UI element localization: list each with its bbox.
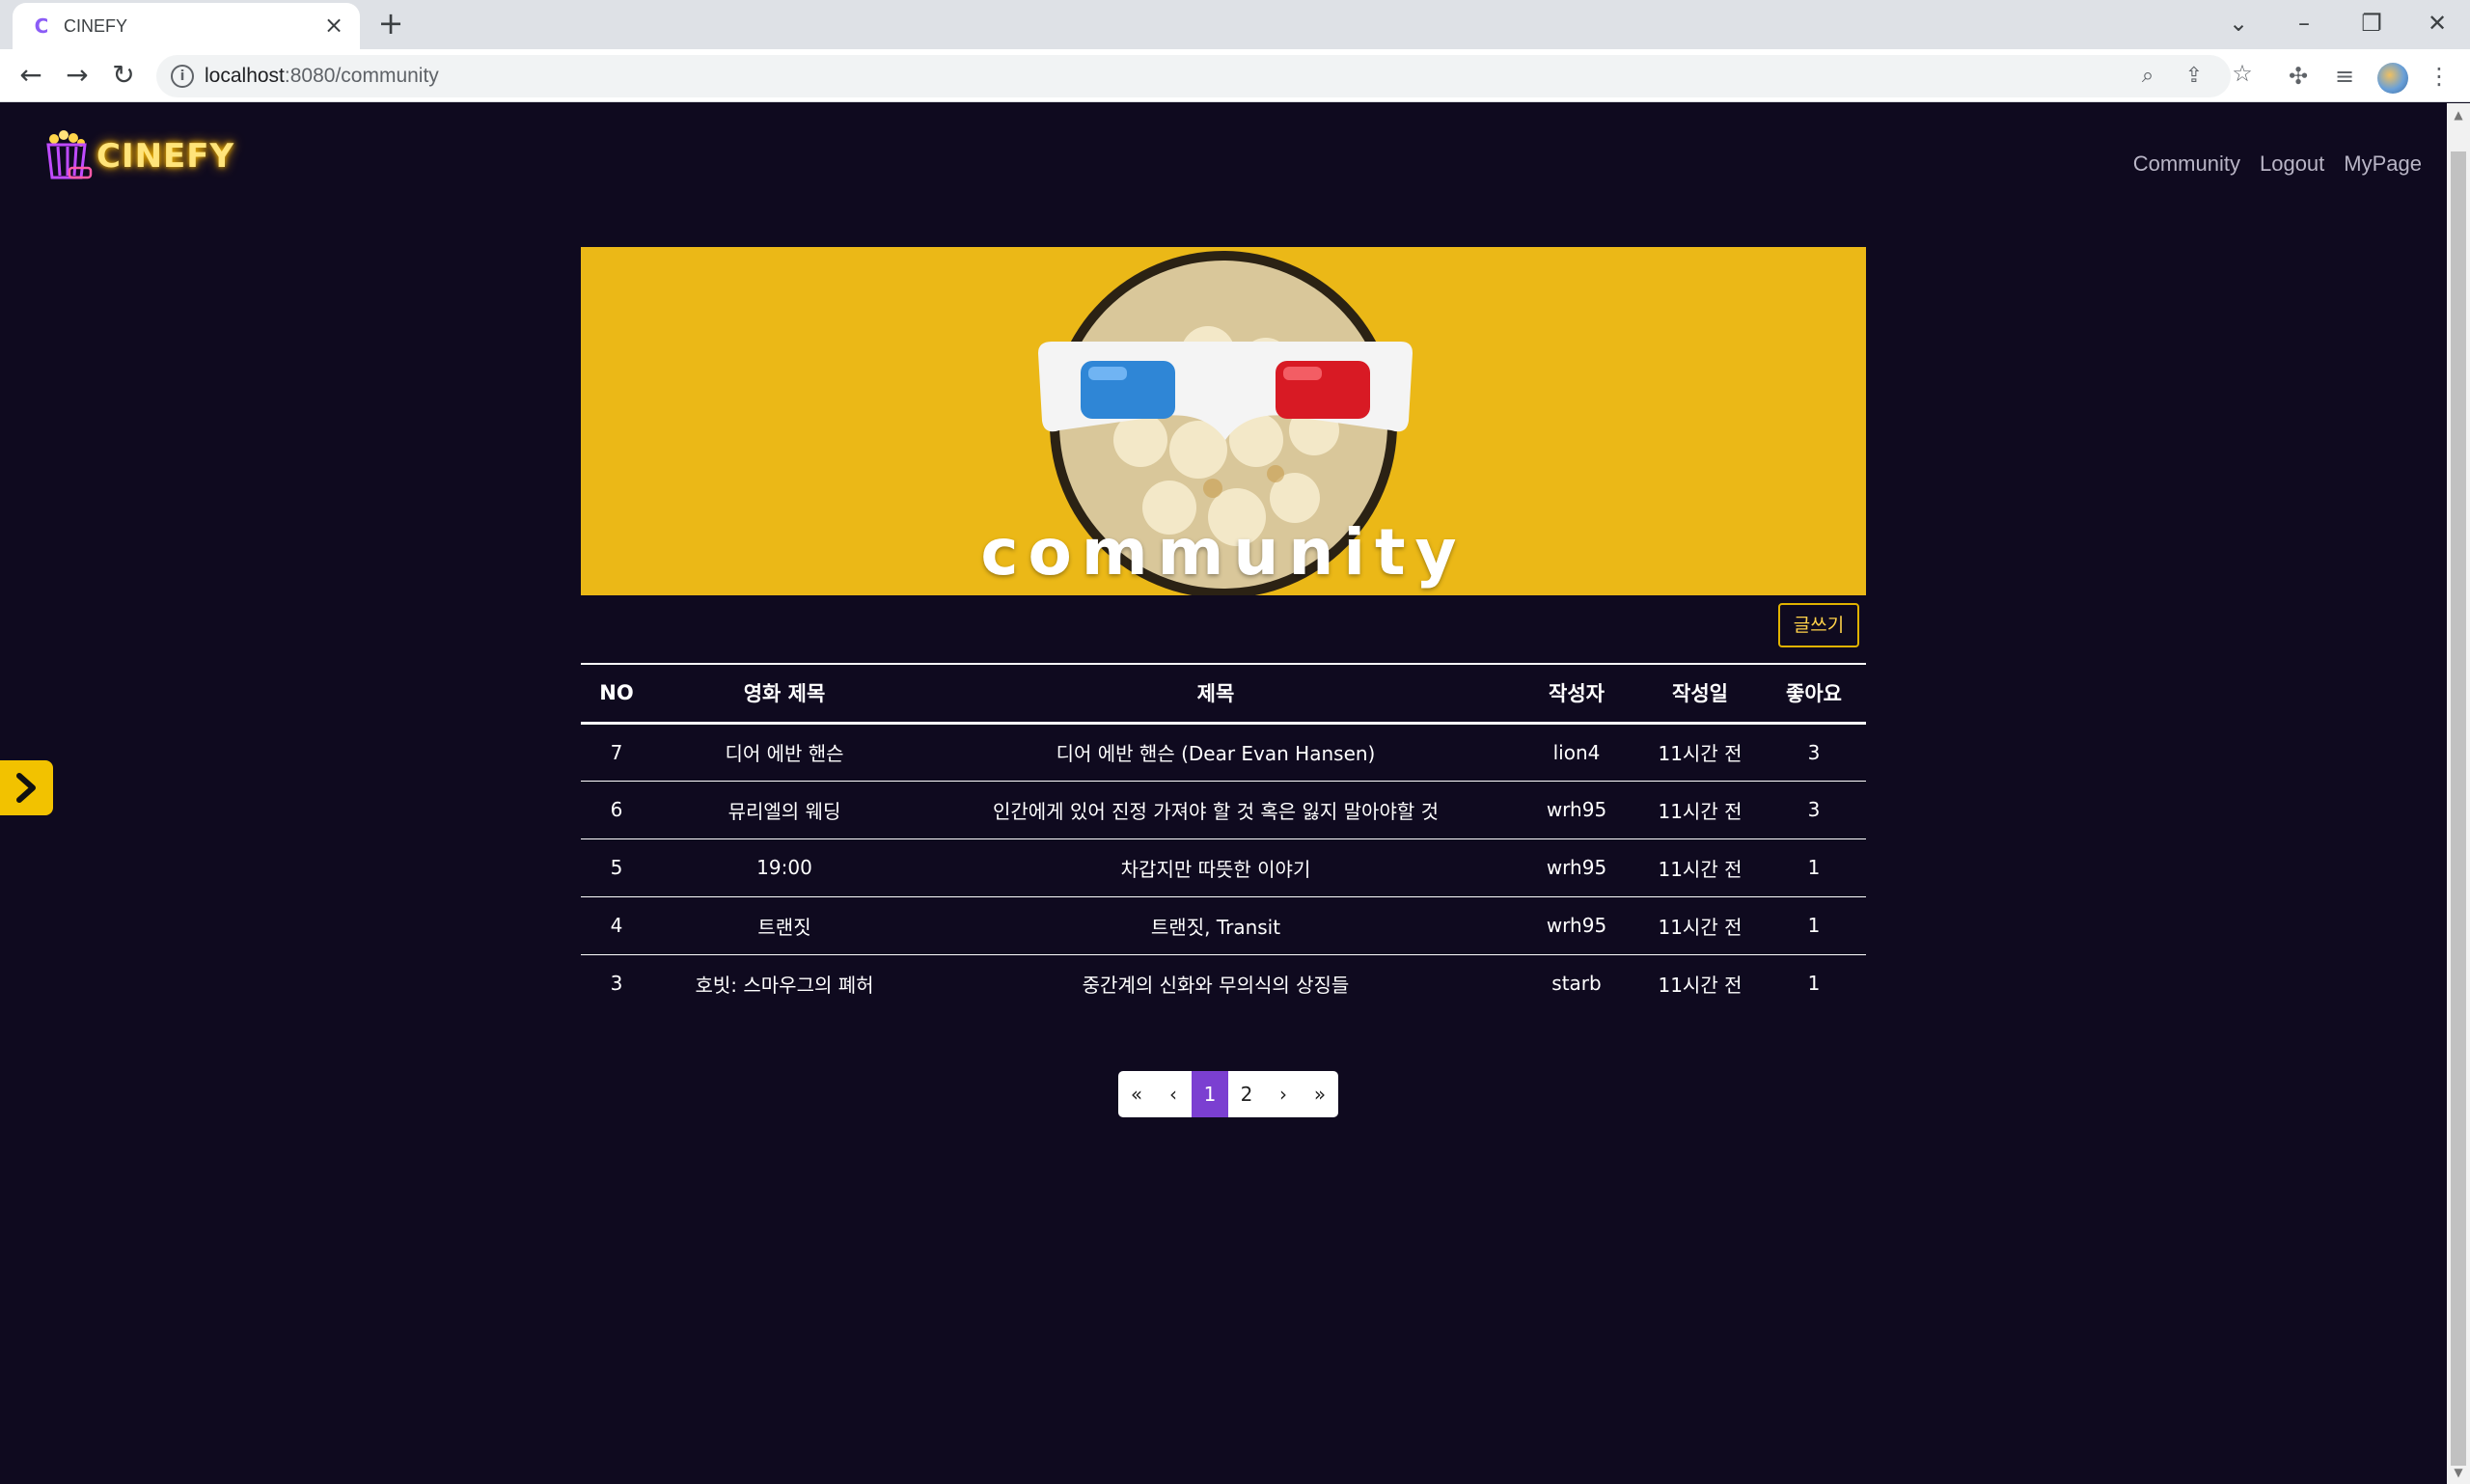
cell-date: 11시간 전 bbox=[1638, 723, 1762, 782]
header-no: NO bbox=[581, 663, 652, 725]
cell-no: 4 bbox=[581, 896, 652, 955]
banner-title: community bbox=[980, 515, 1467, 590]
cell-no: 6 bbox=[581, 781, 652, 839]
table-header-row: NO 영화 제목 제목 작성자 작성일 좋아요 bbox=[581, 663, 1866, 725]
page-last-button[interactable]: » bbox=[1302, 1071, 1338, 1117]
bookmark-star-icon[interactable]: ☆ bbox=[2227, 58, 2258, 89]
table-row[interactable]: 3 호빗: 스마우그의 폐허 중간계의 신화와 무의식의 상징들 starb 1… bbox=[581, 954, 1866, 1012]
logo-text: CINEFY bbox=[96, 137, 235, 176]
scroll-up-arrow-icon[interactable]: ▲ bbox=[2447, 105, 2470, 124]
cell-title[interactable]: 디어 에반 핸슨 (Dear Evan Hansen) bbox=[917, 723, 1515, 782]
header-movie-title: 영화 제목 bbox=[652, 663, 917, 725]
cell-likes: 1 bbox=[1762, 896, 1866, 955]
page-1-button[interactable]: 1 bbox=[1192, 1071, 1228, 1117]
nav-logout[interactable]: Logout bbox=[2260, 151, 2324, 177]
cell-likes: 1 bbox=[1762, 838, 1866, 897]
cell-title[interactable]: 차갑지만 따뜻한 이야기 bbox=[917, 838, 1515, 897]
scrollbar-thumb[interactable] bbox=[2451, 151, 2466, 1466]
sidebar-toggle-button[interactable] bbox=[0, 760, 53, 815]
site-logo[interactable]: CINEFY bbox=[42, 127, 234, 185]
browser-tab[interactable]: C CINEFY × bbox=[13, 3, 360, 49]
page-first-button[interactable]: « bbox=[1118, 1071, 1155, 1117]
cell-title[interactable]: 인간에게 있어 진정 가져야 할 것 혹은 잃지 말아야할 것 bbox=[917, 781, 1515, 839]
cell-author: wrh95 bbox=[1515, 838, 1638, 897]
page-prev-button[interactable]: ‹ bbox=[1155, 1071, 1192, 1117]
cell-movie-title: 트랜짓 bbox=[652, 896, 917, 955]
page-scrollbar[interactable]: ▲ ▼ bbox=[2447, 103, 2470, 1484]
header-author: 작성자 bbox=[1515, 663, 1638, 725]
close-window-icon[interactable]: ✕ bbox=[2408, 4, 2466, 42]
write-post-button[interactable]: 글쓰기 bbox=[1778, 603, 1859, 647]
cell-likes: 3 bbox=[1762, 781, 1866, 839]
cell-no: 5 bbox=[581, 838, 652, 897]
reload-icon[interactable]: ↻ bbox=[106, 58, 141, 93]
chevron-right-icon bbox=[16, 773, 36, 803]
address-bar[interactable]: i localhost:8080/community ⌕ ⇪ bbox=[156, 55, 2231, 97]
cell-title[interactable]: 중간계의 신화와 무의식의 상징들 bbox=[917, 954, 1515, 1012]
nav-mypage[interactable]: MyPage bbox=[2344, 151, 2422, 177]
tab-title: CINEFY bbox=[64, 16, 128, 36]
cell-movie-title: 호빗: 스마우그의 폐허 bbox=[695, 973, 874, 997]
minimize-icon[interactable]: – bbox=[2275, 4, 2333, 42]
restore-icon[interactable]: ❐ bbox=[2343, 4, 2401, 42]
cell-no: 3 bbox=[610, 972, 623, 996]
cinefy-favicon-icon: C bbox=[34, 14, 49, 38]
cell-author: lion4 bbox=[1515, 723, 1638, 782]
cell-date: 11시간 전 bbox=[1638, 896, 1762, 955]
back-icon[interactable]: ← bbox=[14, 58, 48, 93]
menu-dots-icon[interactable]: ⋮ bbox=[2424, 61, 2455, 92]
new-tab-icon[interactable]: + bbox=[374, 8, 407, 41]
extensions-icon[interactable]: ✣ bbox=[2283, 61, 2314, 92]
table-row[interactable]: 4 트랜짓 트랜짓, Transit wrh95 11시간 전 1 bbox=[581, 896, 1866, 955]
table-row[interactable]: 7 디어 에반 핸슨 디어 에반 핸슨 (Dear Evan Hansen) l… bbox=[581, 723, 1866, 782]
zoom-icon[interactable]: ⌕ bbox=[2134, 63, 2161, 90]
pagination: « ‹ 1 2 › » bbox=[1118, 1071, 1338, 1117]
cell-date: 11시간 전 bbox=[1658, 973, 1743, 997]
top-nav: Community Logout MyPage bbox=[2133, 151, 2422, 177]
site-info-icon[interactable]: i bbox=[171, 65, 194, 88]
community-banner: community bbox=[581, 247, 1866, 595]
table-row[interactable]: 5 19:00 차갑지만 따뜻한 이야기 wrh95 11시간 전 1 bbox=[581, 838, 1866, 897]
browser-toolbar: ← → ↻ i localhost:8080/community ⌕ ⇪ ☆ ✣… bbox=[0, 49, 2470, 102]
header-date: 작성일 bbox=[1638, 663, 1762, 725]
table-row[interactable]: 6 뮤리엘의 웨딩 인간에게 있어 진정 가져야 할 것 혹은 잃지 말아야할 … bbox=[581, 781, 1866, 839]
header-title: 제목 bbox=[917, 663, 1515, 725]
nav-community[interactable]: Community bbox=[2133, 151, 2240, 177]
cell-likes: 1 bbox=[1807, 972, 1821, 996]
cell-author: wrh95 bbox=[1515, 896, 1638, 955]
cell-likes: 3 bbox=[1762, 723, 1866, 782]
page: CINEFY Community Logout MyPage community… bbox=[0, 103, 2447, 1484]
cell-date: 11시간 전 bbox=[1638, 781, 1762, 839]
cell-movie-title: 뮤리엘의 웨딩 bbox=[652, 781, 917, 839]
cell-movie-title: 19:00 bbox=[652, 838, 917, 897]
cell-author: starb bbox=[1551, 972, 1602, 996]
cell-no: 7 bbox=[581, 723, 652, 782]
share-icon[interactable]: ⇪ bbox=[2181, 63, 2208, 90]
header-likes: 좋아요 bbox=[1762, 663, 1866, 725]
browser-tabstrip: C CINEFY × + ⌄ – ❐ ✕ bbox=[0, 0, 2470, 49]
forward-icon[interactable]: → bbox=[60, 58, 95, 93]
popcorn-logo-icon bbox=[46, 130, 93, 179]
page-next-button[interactable]: › bbox=[1265, 1071, 1302, 1117]
close-tab-icon[interactable]: × bbox=[321, 13, 346, 38]
tab-search-icon[interactable]: ⌄ bbox=[2209, 4, 2267, 42]
scroll-down-arrow-icon[interactable]: ▼ bbox=[2447, 1463, 2470, 1482]
cell-date: 11시간 전 bbox=[1638, 838, 1762, 897]
media-controls-icon[interactable]: ≡ bbox=[2329, 61, 2360, 92]
page-2-button[interactable]: 2 bbox=[1228, 1071, 1265, 1117]
profile-avatar[interactable] bbox=[2377, 63, 2408, 94]
cell-author: wrh95 bbox=[1515, 781, 1638, 839]
cell-title[interactable]: 트랜짓, Transit bbox=[917, 896, 1515, 955]
cell-movie-title: 디어 에반 핸슨 bbox=[652, 723, 917, 782]
url-text: localhost:8080/community bbox=[205, 65, 439, 87]
community-board-table: NO 영화 제목 제목 작성자 작성일 좋아요 7 디어 에반 핸슨 디어 에반… bbox=[581, 663, 1866, 1012]
